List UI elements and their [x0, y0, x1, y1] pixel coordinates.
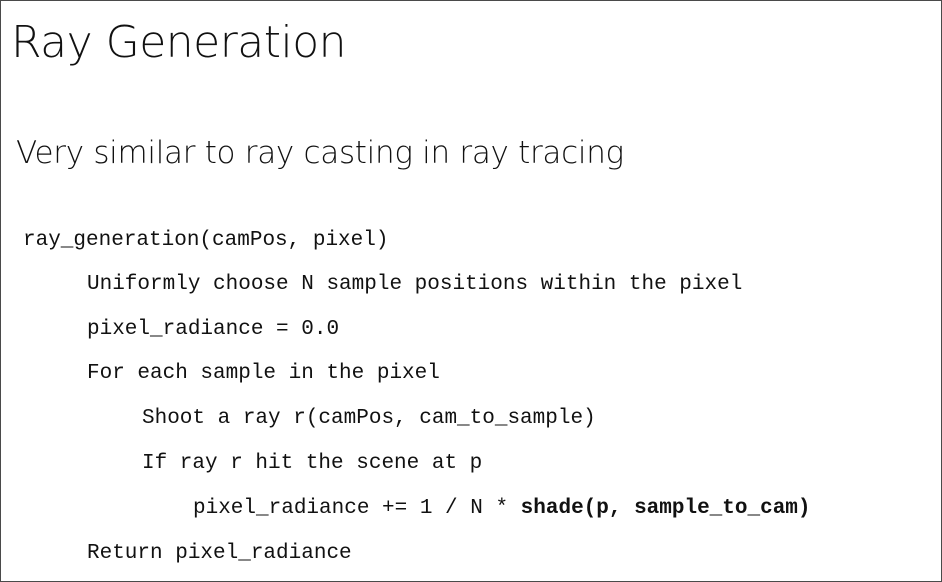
slide-subtitle: Very similar to ray casting in ray traci… [16, 135, 624, 171]
code-line-for-each-sample: For each sample in the pixel [87, 362, 440, 385]
code-line-init-radiance: pixel_radiance = 0.0 [87, 318, 340, 341]
code-line-accumulate-prefix: pixel_radiance += 1 / N * [193, 497, 521, 520]
code-line-if-hit: If ray r hit the scene at p [142, 452, 483, 475]
code-line-function-signature: ray_generation(camPos, pixel) [23, 229, 389, 252]
code-line-return: Return pixel_radiance [87, 542, 352, 565]
code-line-shoot-ray: Shoot a ray r(camPos, cam_to_sample) [142, 407, 596, 430]
code-line-accumulate-radiance: pixel_radiance += 1 / N * shade(p, sampl… [193, 497, 811, 521]
slide-title: Ray Generation [11, 17, 347, 68]
code-line-choose-samples: Uniformly choose N sample positions with… [87, 273, 743, 296]
code-line-shade-call: shade(p, sample_to_cam) [520, 497, 811, 520]
slide: Ray Generation Very similar to ray casti… [0, 0, 942, 582]
